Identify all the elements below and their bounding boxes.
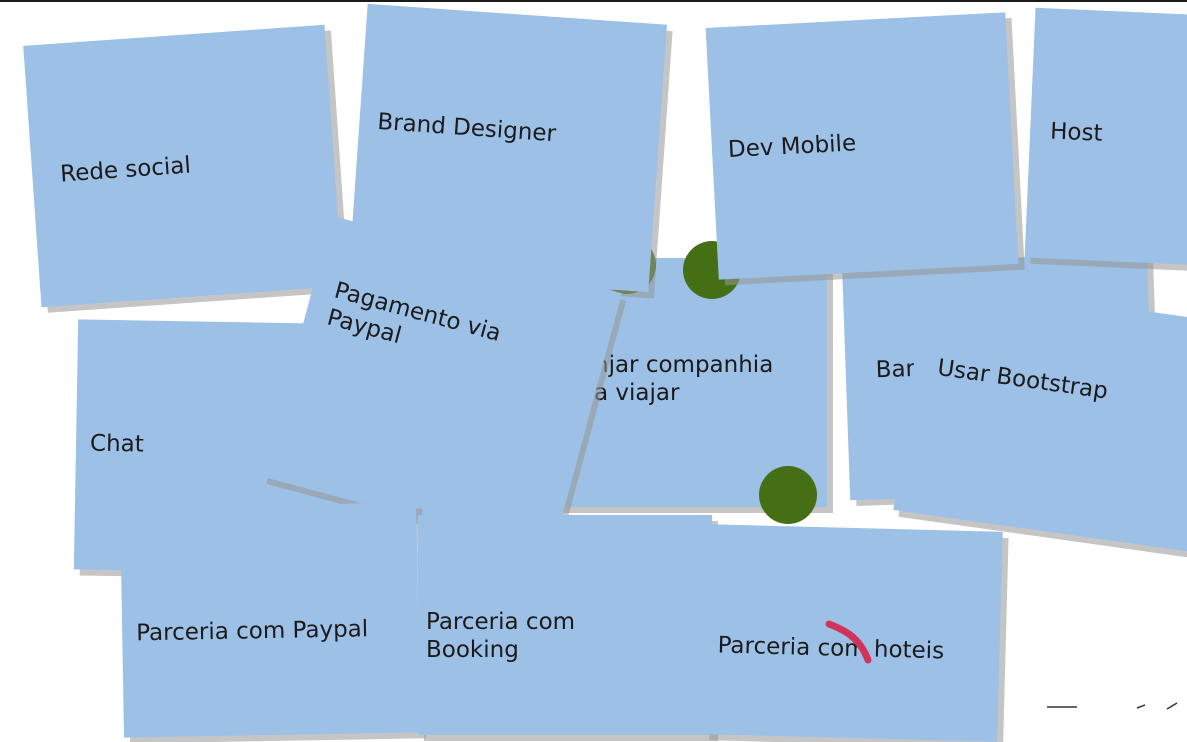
card-label: Parceria com Booking [426, 609, 576, 663]
card-parceria-paypal[interactable]: Parceria com Paypal [120, 502, 420, 738]
card-label: njar companhia a viajar [594, 352, 774, 406]
card-label: Dev Mobile [727, 130, 857, 163]
card-label: Parceria com hoteis [717, 632, 945, 665]
card-label: Pagamento via Paypal [324, 277, 504, 349]
card-label: Rede social [59, 152, 192, 188]
card-host[interactable]: Host [1024, 7, 1187, 267]
card-label: Usar Bootstrap [935, 354, 1110, 405]
card-rede-social[interactable]: Rede social [23, 24, 343, 308]
top-border [0, 0, 1187, 2]
card-label: Host [1049, 118, 1104, 147]
green-dot [759, 466, 817, 524]
card-parceria-hoteis[interactable]: Parceria com hoteis [703, 524, 1003, 742]
card-label: Brand Designer [376, 108, 557, 148]
card-dev-mobile[interactable]: Dev Mobile [705, 12, 1019, 280]
card-label: Chat [89, 430, 145, 458]
card-usar-bootstrap[interactable]: Usar Bootstrap [893, 280, 1187, 552]
card-parceria-booking[interactable]: Parceria com Booking [418, 515, 712, 735]
card-label: Parceria com Paypal [135, 616, 369, 647]
scribble-icon [1047, 702, 1178, 710]
